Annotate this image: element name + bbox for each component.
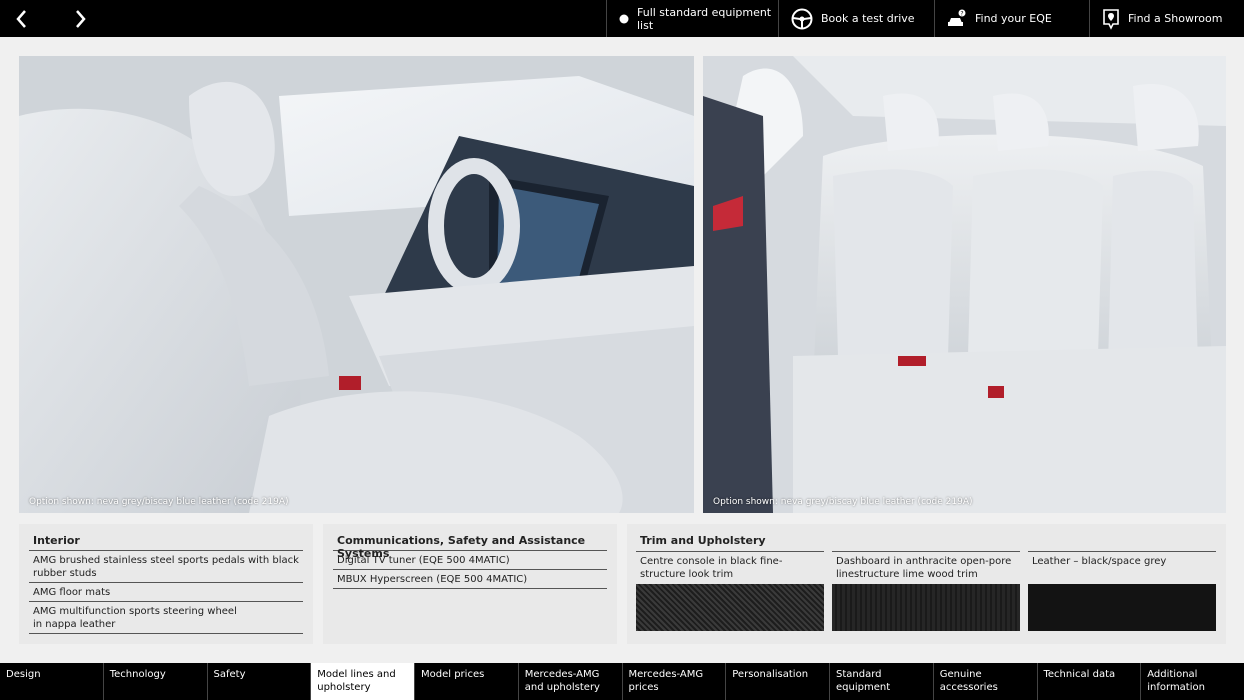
chevron-right-icon	[76, 9, 86, 28]
nav-standard-equipment[interactable]: Standard equipment	[830, 663, 934, 700]
svg-text:?: ?	[960, 10, 963, 17]
trim-upholstery-panel: Trim and Upholstery Centre console in bl…	[627, 524, 1226, 644]
communications-panel: Communications, Safety and Assistance Sy…	[323, 524, 617, 644]
nav-amg-upholstery[interactable]: Mercedes-AMG and upholstery	[519, 663, 623, 700]
list-item: AMG multifunction sports steering wheel …	[29, 602, 303, 634]
top-toolbar: Full standard equipment list Book a test…	[0, 0, 1244, 37]
next-page-button[interactable]	[60, 0, 100, 37]
location-pin-icon	[1102, 8, 1120, 30]
nav-design[interactable]: Design	[0, 663, 104, 700]
trim-option: Dashboard in anthracite open-pore linest…	[832, 551, 1020, 631]
steering-wheel-icon	[791, 8, 813, 30]
car-search-icon: ?	[947, 9, 967, 29]
trim-option: Centre console in black fine-structure l…	[636, 551, 824, 631]
previous-page-button[interactable]	[2, 0, 42, 37]
nav-additional-information[interactable]: Additional information	[1141, 663, 1244, 700]
trim-option-label: Dashboard in anthracite open-pore linest…	[832, 551, 1020, 582]
nav-amg-prices[interactable]: Mercedes-AMG prices	[623, 663, 727, 700]
trim-swatch	[1028, 584, 1216, 631]
list-item: Digital TV tuner (EQE 500 4MATIC)	[333, 551, 607, 570]
communications-title: Communications, Safety and Assistance Sy…	[333, 534, 607, 560]
photo-caption: Option shown: neva grey/biscay blue leat…	[713, 497, 973, 507]
dot-icon	[619, 14, 629, 24]
find-showroom-label: Find a Showroom	[1128, 12, 1223, 25]
full-equipment-list-button[interactable]: Full standard equipment list	[606, 0, 778, 37]
full-equipment-list-label: Full standard equipment list	[637, 5, 772, 32]
find-your-eqe-button[interactable]: ? Find your EQE	[934, 0, 1089, 37]
interior-panel: Interior AMG brushed stainless steel spo…	[19, 524, 313, 644]
photo-caption: Option shown: neva grey/biscay blue leat…	[29, 497, 289, 507]
chevron-left-icon	[16, 9, 26, 28]
nav-genuine-accessories[interactable]: Genuine accessories	[934, 663, 1038, 700]
nav-technical-data[interactable]: Technical data	[1038, 663, 1142, 700]
trim-title: Trim and Upholstery	[640, 534, 766, 547]
trim-swatch	[832, 584, 1020, 631]
trim-option-label: Centre console in black fine-structure l…	[636, 551, 824, 582]
find-showroom-button[interactable]: Find a Showroom	[1089, 0, 1244, 37]
nav-personalisation[interactable]: Personalisation	[726, 663, 830, 700]
trim-option-label: Leather – black/space grey	[1028, 551, 1216, 582]
trim-option: Leather – black/space grey	[1028, 551, 1216, 631]
nav-technology[interactable]: Technology	[104, 663, 208, 700]
list-item: AMG brushed stainless steel sports pedal…	[29, 551, 303, 583]
bottom-navigation: Design Technology Safety Model lines and…	[0, 663, 1244, 700]
list-item: MBUX Hyperscreen (EQE 500 4MATIC)	[333, 570, 607, 589]
book-test-drive-button[interactable]: Book a test drive	[778, 0, 934, 37]
list-item: AMG floor mats	[29, 583, 303, 602]
rear-interior-photo: Option shown: neva grey/biscay blue leat…	[703, 56, 1226, 513]
trim-swatch	[636, 584, 824, 631]
find-your-eqe-label: Find your EQE	[975, 12, 1052, 25]
book-test-drive-label: Book a test drive	[821, 12, 915, 25]
interior-title: Interior	[29, 534, 303, 551]
nav-safety[interactable]: Safety	[208, 663, 312, 700]
nav-model-prices[interactable]: Model prices	[415, 663, 519, 700]
nav-model-lines[interactable]: Model lines and upholstery	[311, 663, 415, 700]
front-interior-photo: Option shown: neva grey/biscay blue leat…	[19, 56, 694, 513]
